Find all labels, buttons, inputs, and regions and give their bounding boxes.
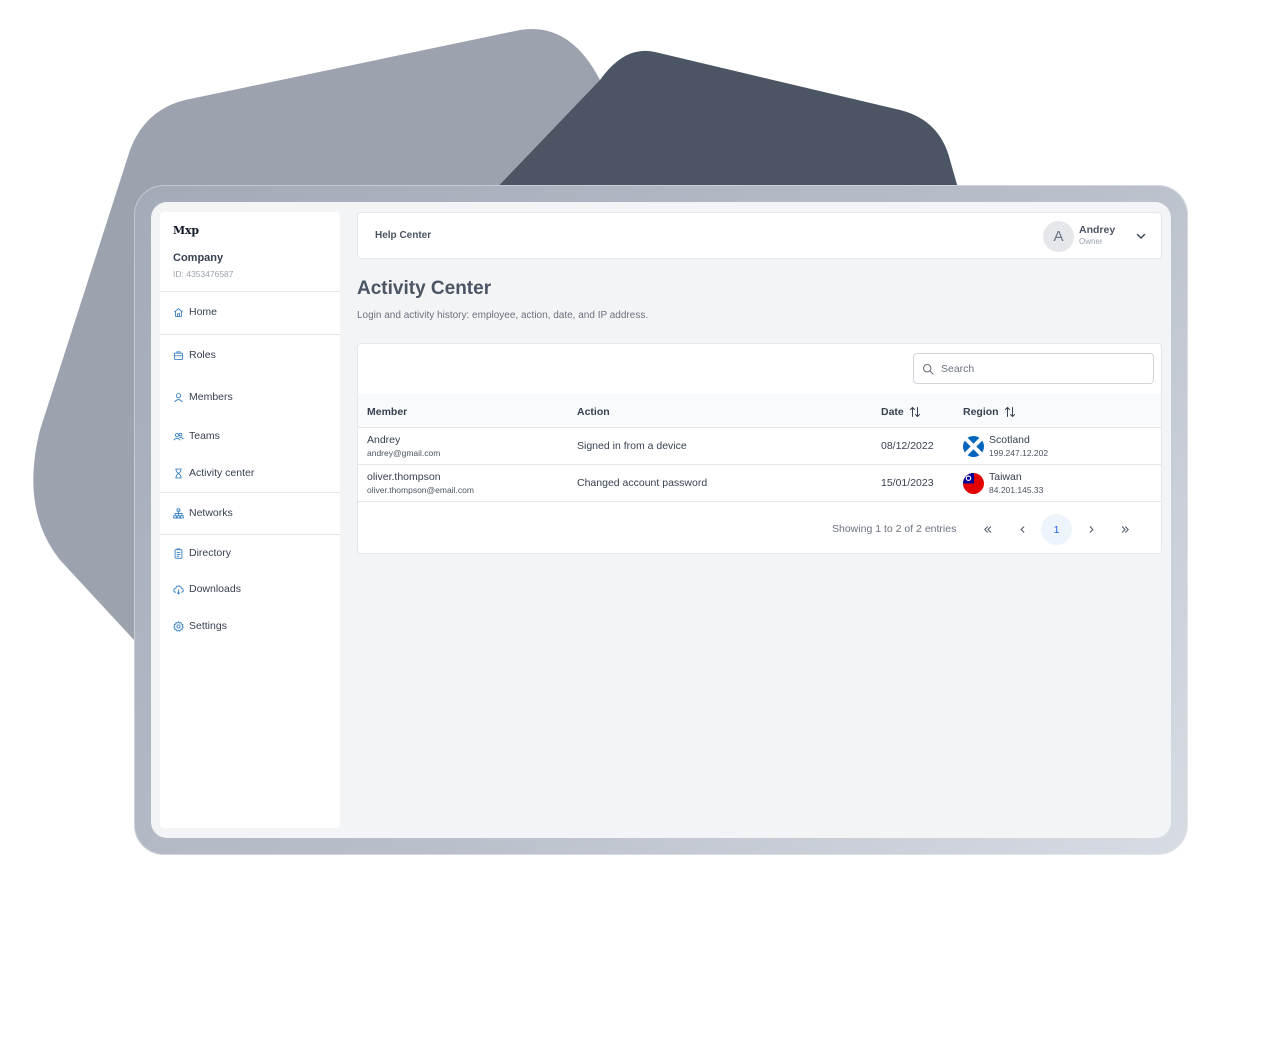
action-cell: Signed in from a device [577,440,687,452]
company-name: Company [173,252,224,264]
sidebar-item-label: Teams [189,430,220,442]
table-row[interactable]: oliver.thompson oliver.thompson@email.co… [358,465,1161,502]
table-header: Member Action Date Region [358,394,1161,428]
search-icon [922,363,934,375]
home-icon [173,307,184,318]
member-email: oliver.thompson@email.com [367,485,474,495]
search-input[interactable] [941,362,1141,375]
next-page-button[interactable] [1076,514,1107,545]
page-title: Activity Center [357,278,492,299]
company-id: ID: 4353476587 [173,269,234,279]
member-cell: Andrey andrey@gmail.com [367,434,440,458]
sidebar-item-label: Home [189,306,218,318]
taiwan-flag-icon [963,473,984,494]
page-subtitle: Login and activity history: employee, ac… [357,310,649,321]
date-cell: 08/12/2022 [881,440,934,452]
chevron-down-icon[interactable] [1135,230,1147,242]
sidebar-item-downloads[interactable]: Downloads [160,569,340,609]
sidebar-item-label: Settings [189,620,227,632]
scotland-flag-icon [963,436,984,457]
member-name: Andrey [367,434,401,446]
sidebar-item-home[interactable]: Home [160,292,340,332]
user-icon [173,392,184,403]
search-box[interactable] [913,353,1154,384]
ip-address: 84.201.145.33 [989,485,1044,495]
cloud-download-icon [173,584,184,595]
briefcase-icon [173,350,184,361]
column-header-member: Member [367,406,407,418]
app-screen: Mxp Company ID: 4353476587 Home Roles Me… [151,202,1171,838]
ip-address: 199.247.12.202 [989,448,1049,458]
sidebar: Mxp Company ID: 4353476587 Home Roles Me… [160,212,340,828]
chevrons-right-icon [1121,526,1129,533]
users-icon [173,431,184,442]
sidebar-item-label: Activity center [189,467,255,479]
clipboard-icon [173,547,184,559]
sidebar-item-networks[interactable]: Networks [160,493,340,533]
table-row[interactable]: Andrey andrey@gmail.com Signed in from a… [358,428,1161,465]
activity-table-card: Member Action Date Region Andrey [357,343,1162,554]
sort-icon[interactable] [909,406,921,418]
brand-block: Mxp Company ID: 4353476587 [160,212,340,292]
chevrons-left-icon [984,526,992,533]
sidebar-item-activity-center[interactable]: Activity center [160,453,340,493]
user-name: Andrey [1079,224,1116,236]
top-header: Help Center A Andrey Owner [357,212,1162,259]
date-cell: 15/01/2023 [881,477,934,489]
hourglass-icon [173,468,184,479]
column-header-region[interactable]: Region [963,406,1016,418]
device-frame: Mxp Company ID: 4353476587 Home Roles Me… [134,185,1188,855]
first-page-button[interactable] [972,514,1003,545]
chevron-right-icon [1089,526,1094,533]
app-logo[interactable]: Mxp [173,224,327,237]
column-label: Date [881,406,904,418]
avatar[interactable]: A [1043,221,1074,252]
member-cell: oliver.thompson oliver.thompson@email.co… [367,471,474,495]
sidebar-item-label: Members [189,391,233,403]
breadcrumb[interactable]: Help Center [375,230,431,241]
sidebar-item-label: Directory [189,547,232,559]
column-label: Member [367,406,408,418]
column-label: Region [963,406,999,418]
column-header-date[interactable]: Date [881,406,921,418]
sort-icon[interactable] [1004,406,1016,418]
chevron-left-icon [1020,526,1025,533]
sidebar-item-label: Networks [189,507,233,519]
prev-page-button[interactable] [1007,514,1038,545]
action-cell: Changed account password [577,477,708,489]
network-icon [173,507,184,519]
gear-icon [173,620,184,632]
sidebar-item-roles[interactable]: Roles [160,335,340,375]
sidebar-item-teams[interactable]: Teams [160,416,340,456]
member-name: oliver.thompson [367,471,441,483]
sidebar-item-directory[interactable]: Directory [160,533,340,573]
column-header-action: Action [577,406,610,418]
last-page-button[interactable] [1110,514,1141,545]
sidebar-item-label: Downloads [189,583,241,595]
user-role: Owner [1079,237,1103,246]
pagination-info: Showing 1 to 2 of 2 entries [832,523,957,535]
sidebar-item-members[interactable]: Members [160,377,340,417]
sidebar-item-label: Roles [189,349,216,361]
region-name: Scotland [989,434,1030,446]
region-name: Taiwan [989,471,1022,483]
sidebar-item-settings[interactable]: Settings [160,606,340,646]
page-1-button[interactable]: 1 [1041,514,1072,545]
member-email: andrey@gmail.com [367,448,441,458]
column-label: Action [577,406,610,418]
